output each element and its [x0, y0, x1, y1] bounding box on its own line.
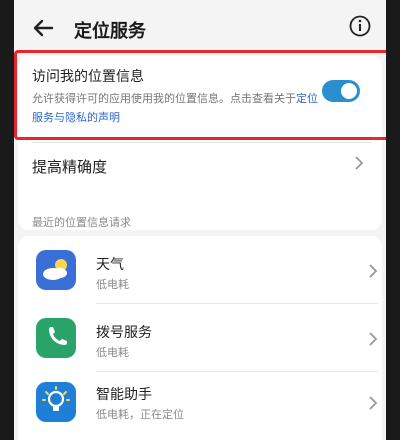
location-settings-screen: 定位服务 访问我的位置信息 允许获得许可的应用使用我的位置信息。点击查看关于定位… — [14, 0, 386, 440]
chevron-right-icon — [369, 264, 378, 278]
chevron-right-icon — [369, 332, 378, 346]
app-name: 拨号服务 — [96, 325, 152, 341]
description-text: 允许获得许可的应用使用我的位置信息。点击查看关于 — [32, 92, 296, 105]
chevron-right-icon — [369, 396, 378, 410]
list-item[interactable]: 拨号服务 低电耗 — [18, 306, 382, 372]
app-name: 天气 — [96, 257, 124, 273]
page-title: 定位服务 — [74, 21, 146, 42]
recent-requests-header: 最近的位置信息请求 — [32, 216, 131, 229]
assistant-bulb-icon — [36, 382, 76, 422]
recent-apps-card: 天气 低电耗 拨号服务 低电耗 智能助手 低电耗，正在定位 — [18, 236, 382, 440]
list-item[interactable]: 智能助手 低电耗，正在定位 — [18, 374, 382, 440]
improve-accuracy-item[interactable]: 提高精确度 — [32, 156, 107, 177]
divider — [96, 371, 378, 372]
divider — [96, 303, 378, 304]
back-arrow-icon[interactable] — [30, 14, 58, 42]
app-status: 低电耗 — [96, 346, 129, 359]
chevron-right-icon — [355, 156, 364, 170]
location-access-title: 访问我的位置信息 — [32, 69, 144, 85]
location-access-description: 允许获得许可的应用使用我的位置信息。点击查看关于定位服务与隐私的声明 — [32, 89, 322, 127]
phone-icon — [36, 318, 76, 358]
app-name: 智能助手 — [96, 387, 152, 403]
divider — [32, 142, 372, 143]
info-icon[interactable] — [348, 14, 372, 38]
location-access-toggle[interactable] — [322, 80, 360, 102]
app-status: 低电耗，正在定位 — [96, 408, 184, 421]
toggle-knob — [341, 83, 357, 99]
weather-icon — [36, 250, 76, 290]
app-status: 低电耗 — [96, 278, 129, 291]
list-item[interactable]: 天气 低电耗 — [18, 238, 382, 304]
